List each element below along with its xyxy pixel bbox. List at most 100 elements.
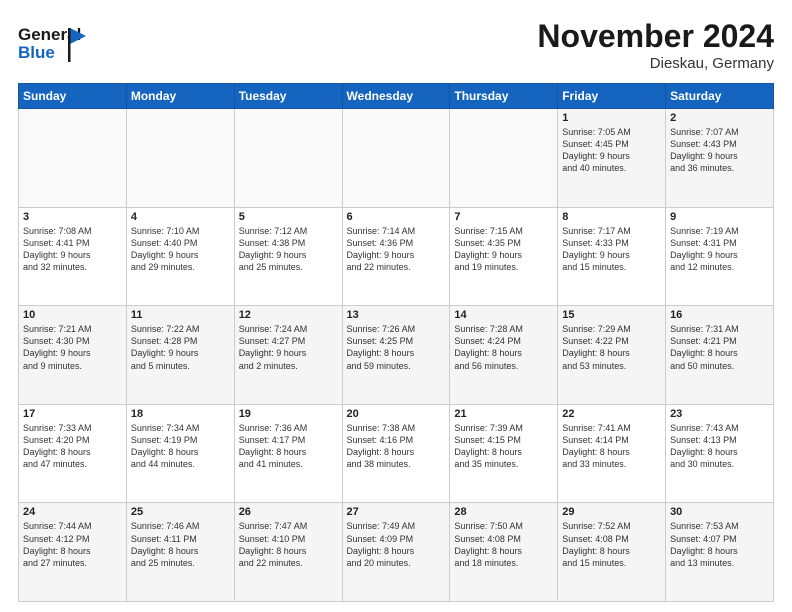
day-number: 20 bbox=[347, 408, 446, 420]
calendar-table: SundayMondayTuesdayWednesdayThursdayFrid… bbox=[18, 83, 774, 602]
day-number: 19 bbox=[239, 408, 338, 420]
day-number: 22 bbox=[562, 408, 661, 420]
day-number: 6 bbox=[347, 211, 446, 223]
calendar-cell: 22 Sunrise: 7:41 AM Sunset: 4:14 PM Dayli… bbox=[558, 404, 666, 503]
weekday-header-thursday: Thursday bbox=[450, 84, 558, 109]
weekday-header-sunday: Sunday bbox=[19, 84, 127, 109]
day-info: Sunrise: 7:47 AM Sunset: 4:10 PM Dayligh… bbox=[239, 520, 338, 569]
day-info: Sunrise: 7:46 AM Sunset: 4:11 PM Dayligh… bbox=[131, 520, 230, 569]
day-number: 8 bbox=[562, 211, 661, 223]
calendar-cell: 21Sunrise: 7:39 AM Sunset: 4:15 PM Dayli… bbox=[450, 404, 558, 503]
calendar-cell: 9Sunrise: 7:19 AM Sunset: 4:31 PM Daylig… bbox=[666, 207, 774, 306]
title-block: November 2024 Dieskau, Germany bbox=[537, 18, 774, 72]
day-info: Sunrise: 7:14 AM Sunset: 4:36 PM Dayligh… bbox=[347, 225, 446, 274]
week-row-4: 17Sunrise: 7:33 AM Sunset: 4:20 PM Dayli… bbox=[19, 404, 774, 503]
day-info: Sunrise: 7:19 AM Sunset: 4:31 PM Dayligh… bbox=[670, 225, 769, 274]
calendar-cell: 5 Sunrise: 7:12 AM Sunset: 4:38 PM Daylig… bbox=[234, 207, 342, 306]
calendar-cell: 8Sunrise: 7:17 AM Sunset: 4:33 PM Daylig… bbox=[558, 207, 666, 306]
day-number: 16 bbox=[670, 309, 769, 321]
day-info: Sunrise: 7:24 AM Sunset: 4:27 PM Dayligh… bbox=[239, 323, 338, 372]
calendar-cell: 10 Sunrise: 7:21 AM Sunset: 4:30 PM Dayli… bbox=[19, 306, 127, 405]
day-number: 3 bbox=[23, 211, 122, 223]
day-info: Sunrise: 7:05 AM Sunset: 4:45 PM Dayligh… bbox=[562, 126, 661, 175]
day-number: 24 bbox=[23, 506, 122, 518]
calendar: SundayMondayTuesdayWednesdayThursdayFrid… bbox=[18, 83, 774, 602]
day-info: Sunrise: 7:26 AM Sunset: 4:25 PM Dayligh… bbox=[347, 323, 446, 372]
day-number: 13 bbox=[347, 309, 446, 321]
calendar-cell bbox=[342, 109, 450, 208]
day-info: Sunrise: 7:28 AM Sunset: 4:24 PM Dayligh… bbox=[454, 323, 553, 372]
day-number: 10 bbox=[23, 309, 122, 321]
week-row-5: 24Sunrise: 7:44 AM Sunset: 4:12 PM Dayli… bbox=[19, 503, 774, 602]
weekday-header-monday: Monday bbox=[126, 84, 234, 109]
calendar-cell: 7 Sunrise: 7:15 AM Sunset: 4:35 PM Daylig… bbox=[450, 207, 558, 306]
calendar-cell: 6 Sunrise: 7:14 AM Sunset: 4:36 PM Daylig… bbox=[342, 207, 450, 306]
calendar-cell bbox=[19, 109, 127, 208]
weekday-header-saturday: Saturday bbox=[666, 84, 774, 109]
day-info: Sunrise: 7:39 AM Sunset: 4:15 PM Dayligh… bbox=[454, 422, 553, 471]
calendar-cell: 27 Sunrise: 7:49 AM Sunset: 4:09 PM Dayli… bbox=[342, 503, 450, 602]
day-number: 23 bbox=[670, 408, 769, 420]
calendar-cell: 13 Sunrise: 7:26 AM Sunset: 4:25 PM Dayli… bbox=[342, 306, 450, 405]
day-number: 18 bbox=[131, 408, 230, 420]
day-info: Sunrise: 7:10 AM Sunset: 4:40 PM Dayligh… bbox=[131, 225, 230, 274]
day-info: Sunrise: 7:33 AM Sunset: 4:20 PM Dayligh… bbox=[23, 422, 122, 471]
day-info: Sunrise: 7:08 AM Sunset: 4:41 PM Dayligh… bbox=[23, 225, 122, 274]
header: General Blue November 2024 Dieskau, Germ… bbox=[18, 18, 774, 73]
day-info: Sunrise: 7:49 AM Sunset: 4:09 PM Dayligh… bbox=[347, 520, 446, 569]
calendar-cell bbox=[234, 109, 342, 208]
day-number: 2 bbox=[670, 112, 769, 124]
day-info: Sunrise: 7:22 AM Sunset: 4:28 PM Dayligh… bbox=[131, 323, 230, 372]
calendar-cell: 28 Sunrise: 7:50 AM Sunset: 4:08 PM Dayli… bbox=[450, 503, 558, 602]
day-info: Sunrise: 7:50 AM Sunset: 4:08 PM Dayligh… bbox=[454, 520, 553, 569]
day-number: 28 bbox=[454, 506, 553, 518]
week-row-3: 10 Sunrise: 7:21 AM Sunset: 4:30 PM Dayli… bbox=[19, 306, 774, 405]
calendar-cell bbox=[126, 109, 234, 208]
calendar-cell: 29Sunrise: 7:52 AM Sunset: 4:08 PM Dayli… bbox=[558, 503, 666, 602]
day-info: Sunrise: 7:38 AM Sunset: 4:16 PM Dayligh… bbox=[347, 422, 446, 471]
calendar-cell: 11Sunrise: 7:22 AM Sunset: 4:28 PM Dayli… bbox=[126, 306, 234, 405]
logo-icon: General Blue bbox=[18, 18, 88, 73]
weekday-header-tuesday: Tuesday bbox=[234, 84, 342, 109]
week-row-2: 3 Sunrise: 7:08 AM Sunset: 4:41 PM Daylig… bbox=[19, 207, 774, 306]
weekday-header-wednesday: Wednesday bbox=[342, 84, 450, 109]
day-info: Sunrise: 7:31 AM Sunset: 4:21 PM Dayligh… bbox=[670, 323, 769, 372]
day-number: 27 bbox=[347, 506, 446, 518]
calendar-cell: 24Sunrise: 7:44 AM Sunset: 4:12 PM Dayli… bbox=[19, 503, 127, 602]
calendar-cell: 14Sunrise: 7:28 AM Sunset: 4:24 PM Dayli… bbox=[450, 306, 558, 405]
day-number: 30 bbox=[670, 506, 769, 518]
day-info: Sunrise: 7:15 AM Sunset: 4:35 PM Dayligh… bbox=[454, 225, 553, 274]
calendar-cell: 25Sunrise: 7:46 AM Sunset: 4:11 PM Dayli… bbox=[126, 503, 234, 602]
calendar-cell: 12Sunrise: 7:24 AM Sunset: 4:27 PM Dayli… bbox=[234, 306, 342, 405]
calendar-cell bbox=[450, 109, 558, 208]
day-info: Sunrise: 7:34 AM Sunset: 4:19 PM Dayligh… bbox=[131, 422, 230, 471]
calendar-cell: 4 Sunrise: 7:10 AM Sunset: 4:40 PM Daylig… bbox=[126, 207, 234, 306]
day-number: 7 bbox=[454, 211, 553, 223]
calendar-cell: 20 Sunrise: 7:38 AM Sunset: 4:16 PM Dayli… bbox=[342, 404, 450, 503]
day-number: 29 bbox=[562, 506, 661, 518]
calendar-cell: 30 Sunrise: 7:53 AM Sunset: 4:07 PM Dayli… bbox=[666, 503, 774, 602]
day-number: 26 bbox=[239, 506, 338, 518]
week-row-1: 1Sunrise: 7:05 AM Sunset: 4:45 PM Daylig… bbox=[19, 109, 774, 208]
calendar-cell: 3 Sunrise: 7:08 AM Sunset: 4:41 PM Daylig… bbox=[19, 207, 127, 306]
day-info: Sunrise: 7:41 AM Sunset: 4:14 PM Dayligh… bbox=[562, 422, 661, 471]
calendar-cell: 1Sunrise: 7:05 AM Sunset: 4:45 PM Daylig… bbox=[558, 109, 666, 208]
day-info: Sunrise: 7:29 AM Sunset: 4:22 PM Dayligh… bbox=[562, 323, 661, 372]
calendar-cell: 15Sunrise: 7:29 AM Sunset: 4:22 PM Dayli… bbox=[558, 306, 666, 405]
day-number: 5 bbox=[239, 211, 338, 223]
logo: General Blue bbox=[18, 18, 88, 73]
calendar-cell: 16 Sunrise: 7:31 AM Sunset: 4:21 PM Dayli… bbox=[666, 306, 774, 405]
page: General Blue November 2024 Dieskau, Germ… bbox=[0, 0, 792, 612]
calendar-cell: 23 Sunrise: 7:43 AM Sunset: 4:13 PM Dayli… bbox=[666, 404, 774, 503]
weekday-header-row: SundayMondayTuesdayWednesdayThursdayFrid… bbox=[19, 84, 774, 109]
day-info: Sunrise: 7:21 AM Sunset: 4:30 PM Dayligh… bbox=[23, 323, 122, 372]
day-info: Sunrise: 7:07 AM Sunset: 4:43 PM Dayligh… bbox=[670, 126, 769, 175]
location: Dieskau, Germany bbox=[537, 55, 774, 72]
day-info: Sunrise: 7:43 AM Sunset: 4:13 PM Dayligh… bbox=[670, 422, 769, 471]
calendar-cell: 2 Sunrise: 7:07 AM Sunset: 4:43 PM Daylig… bbox=[666, 109, 774, 208]
day-info: Sunrise: 7:12 AM Sunset: 4:38 PM Dayligh… bbox=[239, 225, 338, 274]
day-info: Sunrise: 7:36 AM Sunset: 4:17 PM Dayligh… bbox=[239, 422, 338, 471]
day-info: Sunrise: 7:53 AM Sunset: 4:07 PM Dayligh… bbox=[670, 520, 769, 569]
day-number: 4 bbox=[131, 211, 230, 223]
calendar-cell: 18 Sunrise: 7:34 AM Sunset: 4:19 PM Dayli… bbox=[126, 404, 234, 503]
